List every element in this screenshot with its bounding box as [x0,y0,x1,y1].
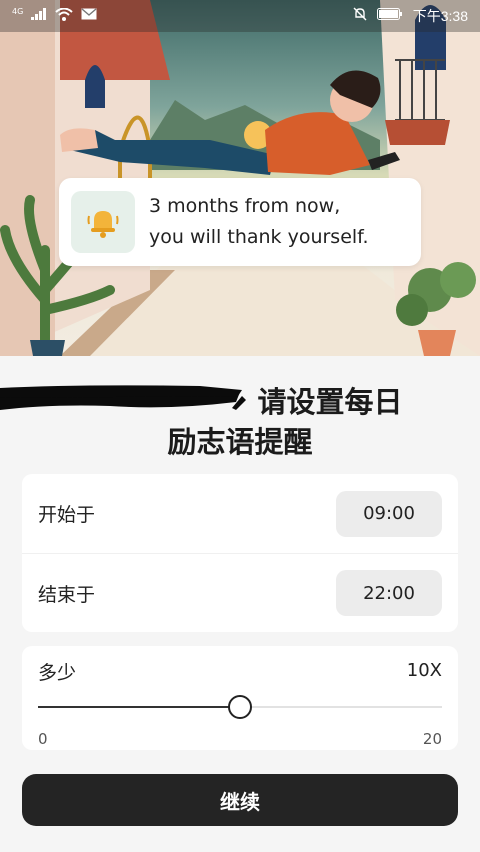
continue-button[interactable]: 继续 [22,774,458,826]
end-time-row: 结束于 22:00 [22,553,458,632]
slider-fill [38,706,240,708]
frequency-card: 多少 10X 0 20 [22,646,458,750]
frequency-value: 10X [406,660,442,681]
frequency-slider[interactable] [38,695,442,719]
network-type: 4G [12,6,24,16]
mute-bell-icon [353,7,367,25]
slider-min-label: 0 [38,730,48,748]
notification-line-2: you will thank yourself. [149,226,369,248]
start-time-label: 开始于 [38,504,96,526]
reminder-time-card: 开始于 09:00 结束于 22:00 [22,474,458,632]
bell-icon [87,211,119,238]
sample-notification-card: 3 months from now, you will thank yourse… [59,178,421,266]
start-time-button[interactable]: 09:00 [336,490,442,537]
status-bar: 4G 下午3:38 [0,0,480,32]
settings-panel: 请设置每日 励志语提醒 开始于 09:00 结束于 22:00 多少 10X 0… [0,356,480,852]
title-line-2: 励志语提醒 [167,425,313,459]
hero-illustration: 4G 下午3:38 3 months from now, you will th… [0,0,480,356]
mail-icon [81,8,97,24]
slider-max-label: 20 [422,730,442,748]
frequency-label: 多少 [38,662,77,684]
end-time-button[interactable]: 22:00 [336,570,442,616]
battery-icon [376,8,403,24]
clock: 下午3:38 [412,8,468,24]
start-time-row: 开始于 09:00 [22,474,458,553]
slider-thumb[interactable] [228,695,252,719]
notification-line-1: 3 months from now, [149,195,341,217]
signal-icon [31,8,47,24]
redaction-scribble [0,385,246,410]
wifi-icon [55,7,73,25]
notification-message: 3 months from now, you will thank yourse… [149,191,369,253]
end-time-label: 结束于 [38,583,96,606]
bell-icon-badge [71,191,135,253]
